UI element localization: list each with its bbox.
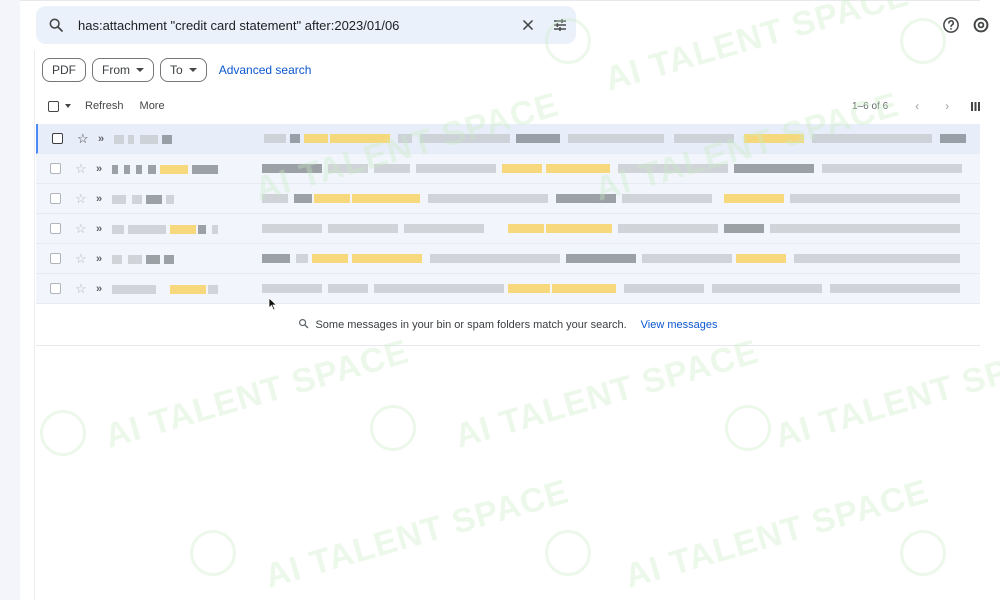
chip-to[interactable]: To bbox=[160, 58, 207, 82]
star-icon[interactable]: ☆ bbox=[75, 191, 89, 206]
spam-bin-notice: Some messages in your bin or spam folder… bbox=[36, 304, 980, 346]
mouse-cursor-icon bbox=[268, 297, 278, 311]
page-range: 1–6 of 6 bbox=[852, 100, 889, 112]
row-checkbox[interactable] bbox=[52, 133, 63, 144]
chip-pdf[interactable]: PDF bbox=[42, 58, 86, 82]
list-item[interactable]: ☆ » bbox=[36, 214, 980, 244]
importance-icon[interactable]: » bbox=[96, 283, 106, 295]
star-icon[interactable]: ☆ bbox=[75, 221, 89, 236]
search-input[interactable] bbox=[76, 6, 512, 44]
list-item[interactable]: ☆ » bbox=[36, 274, 980, 304]
list-item[interactable]: ☆ » bbox=[36, 124, 980, 154]
pagination: 1–6 of 6 ‹ › bbox=[852, 96, 962, 116]
importance-icon[interactable]: » bbox=[98, 133, 108, 145]
chevron-down-icon[interactable] bbox=[65, 104, 71, 108]
blurred-sender bbox=[112, 283, 242, 295]
row-checkbox[interactable] bbox=[50, 163, 61, 174]
list-toolbar: Refresh More bbox=[48, 96, 175, 116]
blurred-sender bbox=[112, 223, 242, 235]
star-icon[interactable]: ☆ bbox=[75, 281, 89, 296]
help-icon[interactable] bbox=[940, 14, 962, 36]
tune-icon[interactable] bbox=[544, 6, 576, 44]
list-item[interactable]: ☆ » bbox=[36, 154, 980, 184]
search-icon[interactable] bbox=[36, 6, 76, 44]
list-item[interactable]: ☆ » bbox=[36, 184, 980, 214]
chip-to-label: To bbox=[170, 63, 183, 77]
blurred-sender bbox=[114, 133, 244, 145]
blurred-sender bbox=[112, 163, 242, 175]
blurred-snippet bbox=[262, 252, 978, 266]
chevron-down-icon bbox=[188, 68, 197, 72]
importance-icon[interactable]: » bbox=[96, 253, 106, 265]
blurred-sender bbox=[112, 253, 242, 265]
close-icon[interactable] bbox=[512, 6, 544, 44]
importance-icon[interactable]: » bbox=[96, 163, 106, 175]
top-divider bbox=[20, 0, 980, 1]
blurred-snippet bbox=[264, 132, 980, 146]
density-icon[interactable] bbox=[971, 100, 980, 111]
refresh-button[interactable]: Refresh bbox=[85, 100, 124, 112]
search-chips: PDF From To Advanced search bbox=[42, 58, 311, 82]
prev-page-button[interactable]: ‹ bbox=[902, 99, 932, 113]
left-rail bbox=[0, 0, 20, 600]
chip-pdf-label: PDF bbox=[52, 63, 76, 77]
advanced-search-link[interactable]: Advanced search bbox=[219, 63, 312, 77]
gear-icon[interactable] bbox=[970, 14, 990, 36]
importance-icon[interactable]: » bbox=[96, 223, 106, 235]
row-checkbox[interactable] bbox=[50, 283, 61, 294]
blurred-sender bbox=[112, 193, 242, 205]
chip-from-label: From bbox=[102, 63, 130, 77]
search-bar bbox=[36, 6, 576, 44]
row-checkbox[interactable] bbox=[50, 253, 61, 264]
blurred-snippet bbox=[262, 222, 978, 236]
notice-text: Some messages in your bin or spam folder… bbox=[315, 318, 627, 331]
importance-icon[interactable]: » bbox=[96, 193, 106, 205]
blurred-snippet bbox=[262, 282, 978, 296]
row-checkbox[interactable] bbox=[50, 223, 61, 234]
next-page-button[interactable]: › bbox=[932, 99, 962, 113]
blurred-snippet bbox=[262, 192, 978, 206]
star-icon[interactable]: ☆ bbox=[75, 251, 89, 266]
list-item[interactable]: ☆ » bbox=[36, 244, 980, 274]
chip-from[interactable]: From bbox=[92, 58, 154, 82]
row-checkbox[interactable] bbox=[50, 193, 61, 204]
star-icon[interactable]: ☆ bbox=[77, 131, 91, 146]
more-button[interactable]: More bbox=[140, 100, 165, 112]
search-icon bbox=[298, 318, 309, 332]
select-all-checkbox[interactable] bbox=[48, 100, 59, 112]
star-icon[interactable]: ☆ bbox=[75, 161, 89, 176]
view-messages-link[interactable]: View messages bbox=[641, 319, 718, 331]
message-list: ☆ » ☆ » ☆ » ☆ » ☆ » ☆ » bbox=[36, 124, 980, 304]
blurred-snippet bbox=[262, 162, 978, 176]
list-left-border bbox=[34, 50, 35, 600]
chevron-down-icon bbox=[136, 68, 144, 72]
